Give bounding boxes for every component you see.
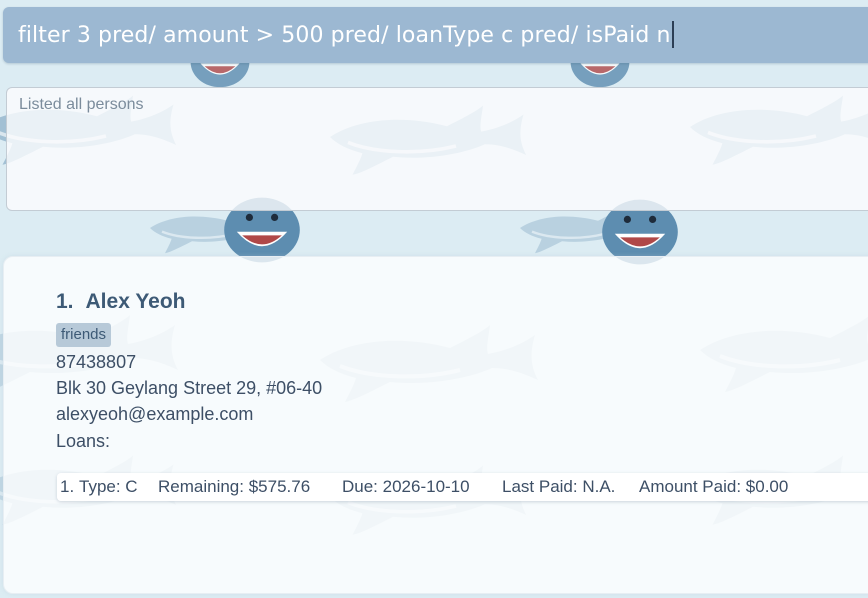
person-name-row: 1. Alex Yeoh [56, 290, 186, 314]
person-list-panel[interactable]: 1. Alex Yeoh friends 87438807 Blk 30 Geyl… [3, 256, 868, 594]
person-phone: 87438807 [56, 352, 137, 372]
loan-type: Type: C [79, 477, 138, 496]
loan-index: 1. [60, 477, 75, 496]
person-card[interactable]: 1. Alex Yeoh friends 87438807 Blk 30 Geyl… [4, 257, 868, 593]
person-name: Alex Yeoh [85, 290, 186, 313]
text-caret [671, 21, 674, 48]
loan-amount-paid: Amount Paid: $0.00 [639, 477, 789, 496]
result-message: Listed all persons [19, 96, 144, 113]
person-index: 1. [56, 290, 74, 313]
command-box[interactable]: filter 3 pred/ amount > 500 pred/ loanTy… [3, 7, 868, 63]
command-input-value: filter 3 pred/ amount > 500 pred/ loanTy… [18, 23, 671, 48]
loans-label: Loans: [56, 431, 111, 451]
result-display[interactable]: Listed all persons [6, 87, 868, 211]
person-email: alexyeoh@example.com [56, 404, 254, 424]
loan-row[interactable]: 1. Type: C Remaining: $575.76 Due: 2026-… [57, 473, 868, 501]
command-input[interactable]: filter 3 pred/ amount > 500 pred/ loanTy… [18, 21, 674, 48]
loan-remaining: Remaining: $575.76 [158, 477, 311, 496]
tag-badge: friends [56, 323, 112, 347]
loan-last-paid: Last Paid: N.A. [502, 477, 616, 496]
loan-due: Due: 2026-10-10 [342, 477, 470, 496]
person-address: Blk 30 Geylang Street 29, #06-40 [56, 378, 323, 398]
